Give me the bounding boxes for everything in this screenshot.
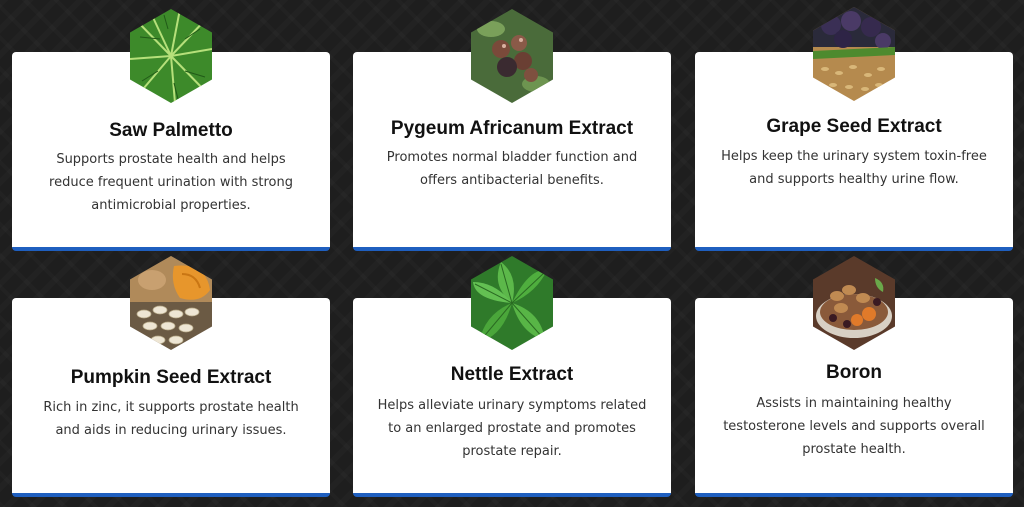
- card-title: Boron: [826, 362, 882, 383]
- card-title: Grape Seed Extract: [766, 116, 942, 137]
- card-description: Helps alleviate urinary symptoms related…: [377, 398, 647, 459]
- card-description: Assists in maintaining healthy testoster…: [723, 396, 985, 457]
- card-description: Rich in zinc, it supports prostate healt…: [43, 400, 299, 438]
- card-description: Promotes normal bladder function and off…: [386, 150, 638, 188]
- card-title: Pygeum Africanum Extract: [390, 118, 634, 139]
- card-description: Helps keep the urinary system toxin-free…: [721, 149, 987, 187]
- card-description: Supports prostate health and helps reduc…: [49, 152, 293, 213]
- card-title: Saw Palmetto: [109, 120, 233, 141]
- card-title: Pumpkin Seed Extract: [70, 367, 272, 388]
- card-title: Nettle Extract: [450, 364, 574, 385]
